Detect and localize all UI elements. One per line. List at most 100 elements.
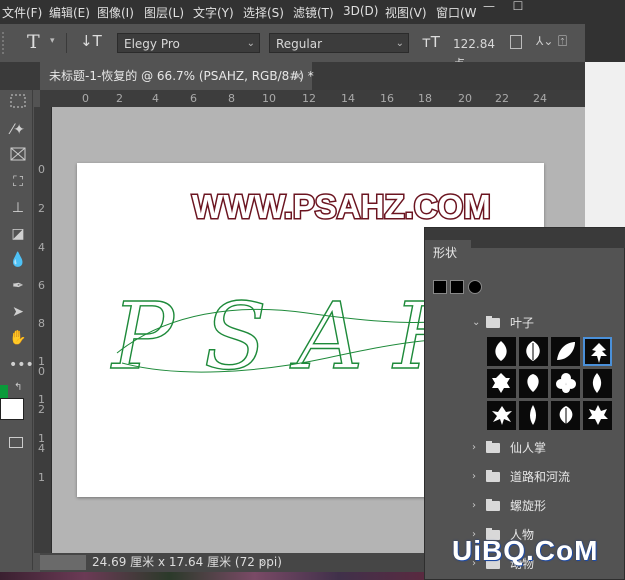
menu-file[interactable]: 文件(F) — [2, 4, 42, 21]
leaf-shape-selected[interactable] — [583, 337, 612, 366]
leaf-shape[interactable] — [519, 337, 548, 366]
folder-label: 道路和河流 — [510, 470, 571, 484]
leaf-shape[interactable] — [487, 401, 516, 430]
chevron-right-icon[interactable]: › — [472, 434, 476, 462]
leaf-shape[interactable] — [551, 337, 580, 366]
ruler-tick: 4 — [38, 241, 45, 254]
menu-3d[interactable]: 3D(D) — [343, 4, 378, 18]
crop-frame-tool-icon[interactable] — [9, 147, 27, 165]
large-thumbnail-icon[interactable] — [468, 280, 482, 294]
folder-label: 螺旋形 — [510, 499, 547, 513]
maximize-button[interactable]: ☐ — [503, 0, 533, 14]
document-tab[interactable]: 未标题-1-恢复的 @ 66.7% (PSAHZ, RGB/8#) * × — [40, 62, 314, 90]
chevron-right-icon[interactable]: › — [472, 463, 476, 491]
folder-roads-rivers[interactable]: › 道路和河流 — [425, 463, 625, 491]
leaf-shape[interactable] — [583, 401, 612, 430]
type-tool-icon[interactable]: T — [27, 31, 40, 53]
clone-stamp-tool-icon[interactable]: ⊥ — [9, 199, 27, 217]
background-color-swatch[interactable] — [0, 398, 24, 420]
anti-alias-icon[interactable]: ⅄⌄ — [536, 34, 553, 48]
chevron-right-icon[interactable]: › — [472, 492, 476, 520]
leaf-shape[interactable] — [583, 369, 612, 398]
small-thumbnail-icon[interactable] — [433, 280, 447, 294]
horizontal-ruler: 0 2 4 6 8 10 12 14 16 18 20 22 24 — [40, 90, 585, 108]
ruler-tick: 24 — [533, 92, 547, 105]
ruler-tick: 6 — [38, 279, 45, 292]
leaf-shape[interactable] — [519, 369, 548, 398]
menu-view[interactable]: 视图(V) — [385, 4, 427, 21]
ruler-tick: 14 — [341, 92, 355, 105]
document-dimensions: 24.69 厘米 x 17.64 厘米 (72 ppi) — [92, 555, 282, 569]
vertical-ruler: 0 2 4 6 8 1 0 1 2 1 4 1 — [34, 107, 52, 553]
leaf-shape[interactable] — [551, 369, 580, 398]
ruler-tick: 22 — [495, 92, 509, 105]
more-tools-icon[interactable]: ••• — [9, 356, 34, 374]
patch-tool-icon[interactable]: ⛶ — [9, 173, 27, 191]
tools-panel: ⁄✦ ⛶ ⊥ ◪ 💧 ✒ ➤ ✋ ••• ↰ — [0, 90, 34, 570]
font-size-field[interactable]: 122.84 点 — [448, 33, 508, 71]
ruler-tick: 2 — [116, 92, 123, 105]
ruler-tick: 0 — [38, 163, 45, 176]
folder-icon — [486, 441, 500, 453]
folder-icon — [486, 316, 500, 328]
ruler-tick: 4 — [152, 92, 159, 105]
ruler-tick: 8 — [228, 92, 235, 105]
status-menu-arrow[interactable]: › — [260, 553, 265, 572]
leaf-shape[interactable] — [519, 401, 548, 430]
shapes-panel-tab[interactable]: 形状 — [425, 240, 471, 266]
shapes-panel-title: 形状 — [433, 246, 458, 260]
menu-image[interactable]: 图像(I) — [97, 4, 134, 21]
font-family-select[interactable]: Elegy Pro ⌄ — [117, 33, 260, 53]
menu-select[interactable]: 选择(S) — [243, 4, 284, 21]
marquee-tool-icon[interactable] — [9, 94, 27, 112]
options-grip — [2, 32, 12, 54]
zoom-field[interactable] — [40, 555, 86, 570]
medium-thumbnail-icon[interactable] — [450, 280, 464, 294]
tool-preset-caret-icon[interactable]: ▾ — [50, 36, 55, 46]
divider — [66, 33, 67, 53]
ruler-tick: 0 — [82, 92, 89, 105]
menu-filter[interactable]: 滤镜(T) — [293, 4, 334, 21]
blur-tool-icon[interactable]: 💧 — [9, 251, 27, 269]
font-style-select[interactable]: Regular ⌄ — [269, 33, 409, 53]
eraser-tool-icon[interactable]: ◪ — [9, 225, 27, 243]
folder-leaves[interactable]: ⌄ 叶子 — [425, 309, 625, 337]
hand-tool-icon[interactable]: ✋ — [9, 329, 27, 347]
ruler-tick: 1 — [38, 471, 45, 484]
chevron-down-icon: ⌄ — [395, 38, 404, 49]
close-tab-icon[interactable]: × — [293, 62, 303, 90]
minimize-button[interactable]: — — [474, 0, 504, 14]
ruler-tick: 6 — [190, 92, 197, 105]
shapes-panel: 形状 ⌄ 叶子 › 仙人掌 › 道路和河流 › 螺旋形 › 人物 › 动物 — [424, 227, 625, 580]
menu-layer[interactable]: 图层(L) — [144, 4, 184, 21]
chevron-down-icon[interactable]: ⌄ — [472, 309, 480, 337]
dropdown-box-icon[interactable] — [510, 35, 522, 49]
chevron-down-icon: ⌄ — [246, 38, 255, 49]
screen-mode-icon[interactable] — [9, 437, 23, 448]
pen-tool-icon[interactable]: ✒ — [9, 277, 27, 295]
ruler-tick: 2 — [38, 403, 45, 416]
side-dock-top — [585, 0, 625, 62]
ruler-tick: 4 — [38, 442, 45, 455]
ruler-tick: 18 — [418, 92, 432, 105]
menu-type[interactable]: 文字(Y) — [193, 4, 234, 21]
align-icon[interactable]: ⍐ — [558, 32, 567, 50]
heading-text[interactable]: WWW.PSAHZ.COM — [191, 187, 493, 227]
folder-spirals[interactable]: › 螺旋形 — [425, 492, 625, 520]
options-bar: T ▾ ↓T Elegy Pro ⌄ Regular ⌄ ᴛT 122.84 点… — [0, 24, 625, 71]
folder-cactus[interactable]: › 仙人掌 — [425, 434, 625, 462]
swap-colors-icon[interactable]: ↰ — [14, 382, 22, 393]
menu-edit[interactable]: 编辑(E) — [49, 4, 90, 21]
text-orientation-icon[interactable]: ↓T — [80, 32, 102, 50]
bottom-image-strip — [0, 572, 424, 580]
leaf-shape[interactable] — [487, 369, 516, 398]
path-select-tool-icon[interactable]: ➤ — [9, 303, 27, 321]
ruler-tick: 20 — [458, 92, 472, 105]
folder-label: 叶子 — [510, 316, 535, 330]
menu-window[interactable]: 窗口(W — [436, 4, 477, 21]
leaf-shape[interactable] — [487, 337, 516, 366]
folder-icon — [486, 499, 500, 511]
magic-wand-tool-icon[interactable]: ⁄✦ — [9, 121, 27, 139]
menu-bar: 文件(F) 编辑(E) 图像(I) 图层(L) 文字(Y) 选择(S) 滤镜(T… — [0, 0, 625, 24]
leaf-shape[interactable] — [551, 401, 580, 430]
